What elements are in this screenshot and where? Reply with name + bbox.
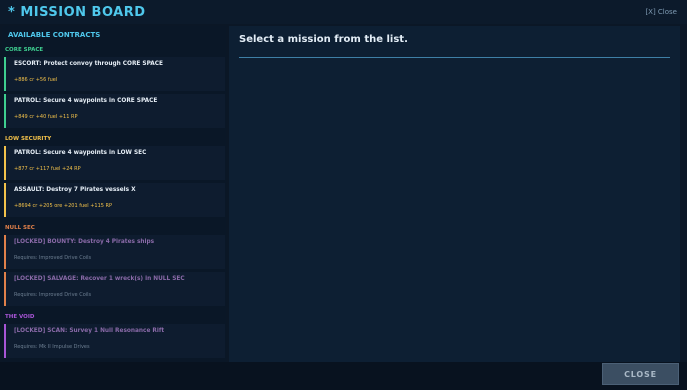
- mission-requirement: Requires: Mk II Impulse Drives: [14, 344, 90, 350]
- mission-card-locked[interactable]: [LOCKED] BOUNTY: Destroy 4 Pirates ships…: [4, 235, 225, 269]
- mission-reward: +849 cr +40 fuel +11 RP: [14, 114, 78, 120]
- detail-divider: [239, 57, 670, 58]
- group-label-null-sec: NULL SEC: [5, 225, 35, 231]
- mission-title: [LOCKED] BOUNTY: Destroy 4 Pirates ships: [14, 239, 155, 245]
- detail-prompt: Select a mission from the list.: [239, 34, 408, 45]
- mission-reward: +886 cr +56 fuel: [14, 77, 58, 83]
- window-title: * MISSION BOARD: [8, 5, 146, 20]
- mission-requirement: Requires: Improved Drive Coils: [14, 255, 92, 261]
- contracts-heading: AVAILABLE CONTRACTS: [8, 31, 101, 39]
- mission-card[interactable]: PATROL: Secure 4 waypoints in LOW SEC +8…: [4, 146, 225, 180]
- group-label-low-security: LOW SECURITY: [5, 136, 52, 142]
- mission-card[interactable]: ASSAULT: Destroy 7 Pirates vessels X +86…: [4, 183, 225, 217]
- mission-card-locked[interactable]: [LOCKED] SCAN: Survey 1 Null Resonance R…: [4, 324, 225, 358]
- title-bar: * MISSION BOARD [X] Close: [0, 0, 687, 24]
- mission-requirement: Requires: Improved Drive Coils: [14, 292, 92, 298]
- contracts-panel: AVAILABLE CONTRACTS CORE SPACE ESCORT: P…: [2, 26, 226, 362]
- mission-title: [LOCKED] SALVAGE: Recover 1 wreck(s) in …: [14, 276, 185, 282]
- close-button[interactable]: CLOSE: [602, 363, 679, 385]
- mission-detail-panel: Select a mission from the list.: [229, 26, 680, 362]
- mission-title: ESCORT: Protect convoy through CORE SPAC…: [14, 61, 163, 67]
- mission-title: ASSAULT: Destroy 7 Pirates vessels X: [14, 187, 136, 193]
- mission-reward: +8694 cr +205 ore +201 fuel +115 RP: [14, 203, 113, 209]
- mission-title: PATROL: Secure 4 waypoints in CORE SPACE: [14, 98, 158, 104]
- mission-title: PATROL: Secure 4 waypoints in LOW SEC: [14, 150, 147, 156]
- mission-card-locked[interactable]: [LOCKED] SALVAGE: Recover 1 wreck(s) in …: [4, 272, 225, 306]
- mission-card[interactable]: ESCORT: Protect convoy through CORE SPAC…: [4, 57, 225, 91]
- close-link[interactable]: [X] Close: [645, 8, 677, 16]
- mission-card[interactable]: PATROL: Secure 4 waypoints in CORE SPACE…: [4, 94, 225, 128]
- mission-reward: +877 cr +117 fuel +24 RP: [14, 166, 81, 172]
- footer-bar: [0, 362, 687, 390]
- group-label-the-void: THE VOID: [5, 314, 35, 320]
- group-label-core-space: CORE SPACE: [5, 47, 44, 53]
- mission-title: [LOCKED] SCAN: Survey 1 Null Resonance R…: [14, 328, 165, 334]
- mission-board-window: * MISSION BOARD [X] Close AVAILABLE CONT…: [0, 0, 687, 390]
